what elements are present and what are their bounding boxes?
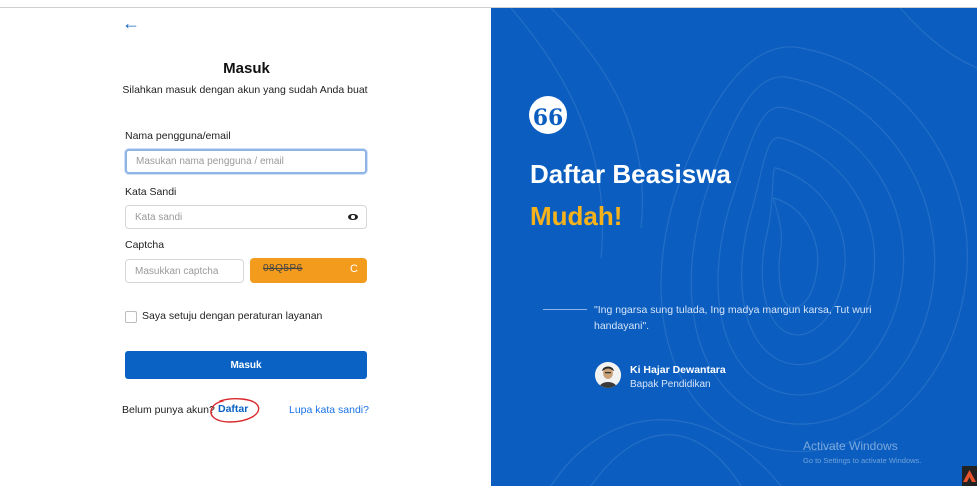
page-subtitle: Silahkan masuk dengan akun yang sudah An… [122, 84, 368, 96]
captcha-code: 08Q5P6 [263, 263, 303, 274]
captcha-image[interactable]: 08Q5P6 C [250, 258, 367, 283]
taskbar-app-icon[interactable] [962, 466, 977, 486]
captcha-input[interactable] [125, 259, 244, 283]
promo-panel: 66 Daftar Beasiswa Mudah! "Ing ngarsa su… [491, 8, 977, 486]
page-title: Masuk [223, 60, 270, 77]
app-logo-icon [963, 470, 976, 482]
quote-divider [543, 309, 587, 310]
arrow-left-icon: ← [122, 13, 140, 33]
avatar [595, 362, 621, 388]
terms-checkbox[interactable] [125, 311, 137, 323]
forgot-password-link[interactable]: Lupa kata sandi? [289, 404, 369, 416]
password-input[interactable] [125, 205, 367, 229]
promo-headline: Daftar Beasiswa [530, 159, 731, 189]
promo-headline-accent: Mudah! [530, 201, 623, 231]
activate-windows-subtitle: Go to Settings to activate Windows. [803, 456, 922, 465]
activate-windows-title: Activate Windows [803, 439, 898, 453]
username-input[interactable] [125, 149, 367, 174]
refresh-icon[interactable]: C [350, 263, 358, 275]
password-label: Kata Sandi [125, 186, 177, 198]
person-name: Ki Hajar Dewantara [630, 364, 726, 376]
captcha-label: Captcha [125, 239, 165, 251]
window-top-border [0, 0, 977, 8]
person-role: Bapak Pendidikan [630, 379, 711, 390]
login-button[interactable]: Masuk [125, 351, 367, 379]
password-visibility-toggle[interactable] [343, 206, 367, 228]
terms-label[interactable]: Saya setuju dengan peraturan layanan [142, 310, 322, 322]
eye-icon [348, 214, 358, 220]
no-account-text: Belum punya akun? [122, 404, 215, 416]
red-circle-annotation [210, 398, 260, 423]
username-label: Nama pengguna/email [125, 130, 231, 142]
quote-text: "Ing ngarsa sung tulada, Ing madya mangu… [594, 304, 872, 332]
topographic-background [510, 8, 977, 486]
back-button[interactable]: ← [122, 14, 140, 32]
quote-icon: 66 [529, 96, 567, 134]
